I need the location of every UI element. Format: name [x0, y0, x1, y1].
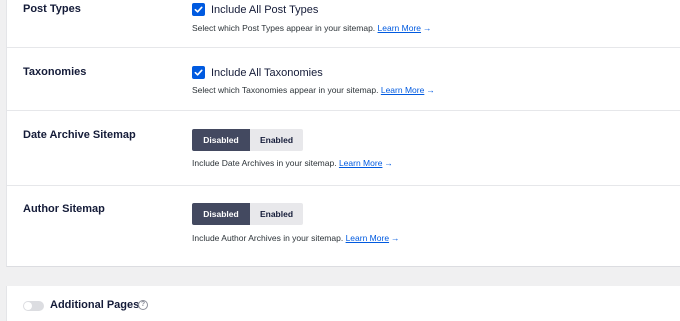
post-types-label: Post Types [23, 3, 81, 15]
post-types-description: Select which Post Types appear in your s… [192, 23, 432, 33]
sitemap-settings-card: Post Types Include All Post Types Select… [6, 0, 680, 267]
date-archive-label: Date Archive Sitemap [23, 129, 136, 141]
author-disabled-button[interactable]: Disabled [192, 203, 250, 225]
additional-pages-title: Additional Pages [50, 299, 140, 311]
author-toggle: Disabled Enabled [192, 203, 303, 225]
author-row: Author Sitemap Disabled Enabled Include … [7, 186, 680, 266]
date-archive-row: Date Archive Sitemap Disabled Enabled In… [7, 111, 680, 186]
arrow-right-icon: → [384, 158, 393, 168]
taxonomies-row: Taxonomies Include All Taxonomies Select… [7, 48, 680, 111]
taxonomies-checkbox-line[interactable]: Include All Taxonomies [192, 66, 323, 79]
author-label: Author Sitemap [23, 203, 105, 215]
include-all-taxonomies-label: Include All Taxonomies [211, 66, 323, 79]
taxonomies-description: Select which Taxonomies appear in your s… [192, 85, 435, 95]
include-all-taxonomies-checkbox[interactable] [192, 66, 205, 79]
arrow-right-icon: → [423, 23, 432, 33]
additional-pages-card: Additional Pages ? [6, 286, 680, 321]
arrow-right-icon: → [391, 233, 400, 243]
additional-pages-toggle-switch[interactable] [23, 301, 44, 311]
taxonomies-learn-more-link[interactable]: Learn More [381, 85, 424, 95]
author-learn-more-link[interactable]: Learn More [346, 233, 389, 243]
author-enabled-button[interactable]: Enabled [250, 203, 303, 225]
taxonomies-label: Taxonomies [23, 66, 87, 78]
date-archive-learn-more-link[interactable]: Learn More [339, 158, 382, 168]
post-types-checkbox-line[interactable]: Include All Post Types [192, 3, 318, 16]
date-archive-enabled-button[interactable]: Enabled [250, 129, 303, 151]
checkmark-icon [194, 69, 203, 76]
switch-knob [24, 302, 32, 310]
date-archive-toggle: Disabled Enabled [192, 129, 303, 151]
post-types-row: Post Types Include All Post Types Select… [7, 0, 680, 48]
date-archive-disabled-button[interactable]: Disabled [192, 129, 250, 151]
date-archive-description: Include Date Archives in your sitemap. L… [192, 158, 393, 168]
checkmark-icon [194, 6, 203, 13]
question-circle-icon[interactable]: ? [138, 300, 148, 310]
author-description: Include Author Archives in your sitemap.… [192, 233, 400, 243]
include-all-post-types-label: Include All Post Types [211, 3, 319, 16]
post-types-learn-more-link[interactable]: Learn More [378, 23, 421, 33]
arrow-right-icon: → [426, 85, 435, 95]
include-all-post-types-checkbox[interactable] [192, 3, 205, 16]
